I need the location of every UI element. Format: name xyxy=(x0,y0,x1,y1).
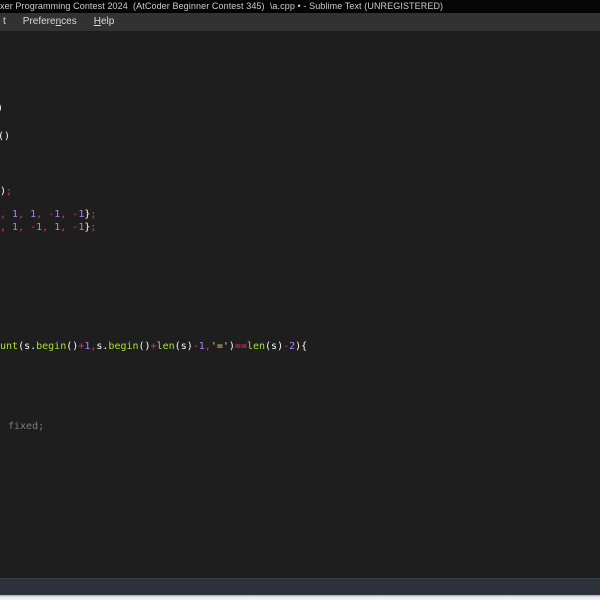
code-token: , - xyxy=(60,209,79,220)
code-token: ) xyxy=(0,103,3,114)
code-token: (s) xyxy=(174,341,193,352)
code-token: ; xyxy=(6,186,13,197)
code-line[interactable]: unt(s.begin()+1,s.begin()+len(s)-1,'=')=… xyxy=(0,341,307,353)
screen-below-window xyxy=(0,595,600,600)
code-token: , - xyxy=(18,222,37,233)
code-line[interactable]: , 1, -1, 1, -1}; xyxy=(0,222,96,234)
code-line[interactable]: () xyxy=(0,131,10,143)
status-bar xyxy=(0,578,600,595)
code-token: '=' xyxy=(210,341,229,352)
code-line[interactable]: ); xyxy=(0,186,12,198)
code-token: () xyxy=(0,131,11,142)
code-line[interactable]: , 1, 1, -1, -1}; xyxy=(0,209,96,221)
code-token: , - xyxy=(60,222,79,233)
code-token: begin xyxy=(108,341,139,352)
code-line[interactable]: ) xyxy=(0,103,3,115)
code-token: , xyxy=(0,222,13,233)
code-token: == xyxy=(234,341,247,352)
code-token: (s. xyxy=(18,341,37,352)
code-layer: ) ()); , 1, 1, -1, -1};, 1, -1, 1, -1}; unt… xyxy=(0,0,600,578)
code-token: s. xyxy=(96,341,109,352)
code-token: , - xyxy=(36,209,55,220)
code-token: len xyxy=(246,341,266,352)
code-token: begin xyxy=(36,341,67,352)
code-token: ){ xyxy=(295,341,308,352)
code-token: () xyxy=(66,341,79,352)
code-token: , xyxy=(0,209,13,220)
code-token: () xyxy=(138,341,151,352)
code-token: len xyxy=(156,341,175,352)
code-token: , xyxy=(42,222,55,233)
code-line[interactable]: fixed; xyxy=(8,421,44,433)
sublime-text-window: xer Programming Contest 2024 (AtCoder Be… xyxy=(0,0,600,600)
code-token: unt xyxy=(0,341,19,352)
code-token: ; xyxy=(90,209,97,220)
code-token: (s) xyxy=(265,341,284,352)
code-token: , xyxy=(18,209,31,220)
code-token: ; xyxy=(90,222,97,233)
code-token: fixed; xyxy=(8,421,45,432)
